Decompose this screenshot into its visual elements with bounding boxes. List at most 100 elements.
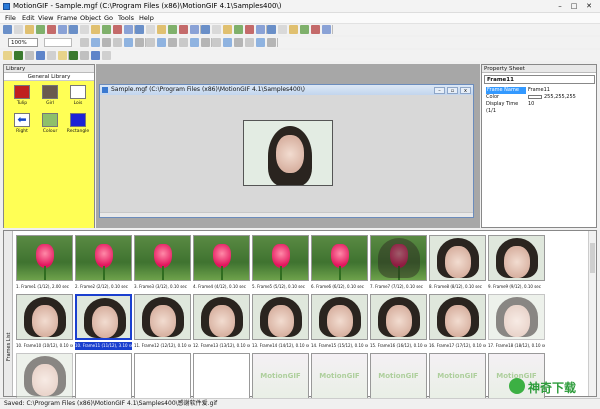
toolbar-button-25[interactable] bbox=[267, 25, 276, 34]
frame-thumbnail[interactable]: 10. Frame10 (10/12), 0.10 sec bbox=[16, 294, 73, 352]
frame-thumbnail[interactable]: 8. Frame8 (8/12), 0.10 sec bbox=[429, 235, 486, 293]
property-value[interactable]: 10 bbox=[528, 101, 534, 108]
tool-button-6[interactable] bbox=[58, 51, 67, 60]
zoom-toolbar-button-1[interactable] bbox=[80, 38, 89, 47]
property-row[interactable]: Display Time (1/1 10 bbox=[484, 101, 595, 114]
toolbar-button-5[interactable] bbox=[47, 25, 56, 34]
zoom-toolbar-button-4[interactable] bbox=[113, 38, 122, 47]
menu-help[interactable]: Help bbox=[139, 14, 154, 22]
doc-restore-button[interactable]: ▫ bbox=[447, 87, 458, 94]
tool-button-4[interactable] bbox=[36, 51, 45, 60]
close-button[interactable]: ✕ bbox=[584, 2, 594, 10]
menu-frame[interactable]: Frame bbox=[57, 14, 77, 22]
toolbar-button-1[interactable] bbox=[3, 25, 12, 34]
toolbar-button-29[interactable] bbox=[311, 25, 320, 34]
toolbar-button-27[interactable] bbox=[289, 25, 298, 34]
frame-thumbnail[interactable]: 1. Frame1 (1/12), 2.00 sec bbox=[16, 235, 73, 293]
menu-file[interactable]: File bbox=[5, 14, 16, 22]
minimize-button[interactable]: – bbox=[555, 2, 565, 10]
toolbar-button-26[interactable] bbox=[278, 25, 287, 34]
tool-button-9[interactable] bbox=[91, 51, 100, 60]
menu-object[interactable]: Object bbox=[80, 14, 101, 22]
frame-thumbnail[interactable]: 10. Frame11 (11/12), 3.10 sec bbox=[75, 294, 132, 352]
library-item[interactable]: Colour bbox=[38, 113, 62, 134]
toolbar-button-17[interactable] bbox=[179, 25, 188, 34]
menu-view[interactable]: View bbox=[38, 14, 53, 22]
menu-edit[interactable]: Edit bbox=[22, 14, 35, 22]
toolbar-button-24[interactable] bbox=[256, 25, 265, 34]
frame-thumbnail[interactable]: 4. Frame4 (4/12), 0.10 sec bbox=[193, 235, 250, 293]
toolbar-button-8[interactable] bbox=[80, 25, 89, 34]
canvas-image[interactable] bbox=[243, 120, 333, 186]
zoom-toolbar-button-12[interactable] bbox=[201, 38, 210, 47]
frame-thumbnail[interactable]: 13. Frame14 (14/12), 0.10 sec bbox=[252, 294, 309, 352]
library-item[interactable]: Rectangle bbox=[66, 113, 90, 134]
toolbar-button-28[interactable] bbox=[300, 25, 309, 34]
frame-thumbnail[interactable]: 3. Frame3 (3/12), 0.10 sec bbox=[134, 235, 191, 293]
zoom-toolbar-button-3[interactable] bbox=[102, 38, 111, 47]
frame-thumbnail[interactable]: 11. Frame12 (12/12), 0.10 sec bbox=[134, 294, 191, 352]
library-item[interactable]: Lois bbox=[66, 85, 90, 106]
zoom-toolbar-button-7[interactable] bbox=[146, 38, 155, 47]
zoom-toolbar-button-5[interactable] bbox=[124, 38, 133, 47]
toolbar-button-14[interactable] bbox=[146, 25, 155, 34]
toolbar-button-12[interactable] bbox=[124, 25, 133, 34]
zoom-toolbar-button-13[interactable] bbox=[212, 38, 221, 47]
doc-minimize-button[interactable]: – bbox=[434, 87, 445, 94]
frame-thumbnail[interactable]: 9. Frame9 (9/12), 0.10 sec bbox=[488, 235, 545, 293]
library-item[interactable]: ⬅ Right bbox=[10, 113, 34, 134]
frame-thumbnail[interactable]: 6. Frame6 (6/12), 0.10 sec bbox=[311, 235, 368, 293]
toolbar-button-19[interactable] bbox=[201, 25, 210, 34]
toolbar-button-13[interactable] bbox=[135, 25, 144, 34]
toolbar-button-7[interactable] bbox=[69, 25, 78, 34]
scroll-thumb[interactable] bbox=[590, 243, 595, 273]
toolbar-button-22[interactable] bbox=[234, 25, 243, 34]
library-item[interactable]: Girl bbox=[38, 85, 62, 106]
color-value[interactable]: 255,255,255 bbox=[528, 94, 576, 101]
zoom-toolbar-button-17[interactable] bbox=[256, 38, 265, 47]
library-item[interactable]: Tulip bbox=[10, 85, 34, 106]
property-value[interactable]: Frame11 bbox=[528, 87, 550, 94]
frame-thumbnail[interactable]: 7. Frame7 (7/12), 0.10 sec bbox=[370, 235, 427, 293]
zoom-toolbar-button-10[interactable] bbox=[179, 38, 188, 47]
menu-go[interactable]: Go bbox=[104, 14, 113, 22]
tool-button-2[interactable] bbox=[14, 51, 23, 60]
toolbar-button-18[interactable] bbox=[190, 25, 199, 34]
frames-scrollbar[interactable] bbox=[588, 231, 596, 396]
toolbar-button-21[interactable] bbox=[223, 25, 232, 34]
tool-button-8[interactable] bbox=[80, 51, 89, 60]
toolbar-button-9[interactable] bbox=[91, 25, 100, 34]
menu-tools[interactable]: Tools bbox=[118, 14, 134, 22]
tool-button-1[interactable] bbox=[3, 51, 12, 60]
property-row[interactable]: Frame Name Frame11 bbox=[484, 87, 595, 94]
zoom-toolbar-button-18[interactable] bbox=[267, 38, 276, 47]
frame-thumbnail[interactable]: 2. Frame2 (2/12), 0.10 sec bbox=[75, 235, 132, 293]
toolbar-button-20[interactable] bbox=[212, 25, 221, 34]
zoom-toolbar-button-8[interactable] bbox=[157, 38, 166, 47]
tool-button-3[interactable] bbox=[25, 51, 34, 60]
toolbar-button-23[interactable] bbox=[245, 25, 254, 34]
frame-thumbnail[interactable]: 14. Frame15 (15/12), 0.10 sec bbox=[311, 294, 368, 352]
tool-button-10[interactable] bbox=[102, 51, 111, 60]
zoom-toolbar-button-2[interactable] bbox=[91, 38, 100, 47]
zoom-toolbar-button-9[interactable] bbox=[168, 38, 177, 47]
frame-thumbnail[interactable]: 17. Frame18 (18/12), 0.10 sec bbox=[488, 294, 545, 352]
toolbar-button-4[interactable] bbox=[36, 25, 45, 34]
frame-thumbnail[interactable]: 12. Frame13 (13/12), 0.10 sec bbox=[193, 294, 250, 352]
object-select[interactable]: Frame11 bbox=[484, 75, 595, 84]
tool-button-7[interactable] bbox=[69, 51, 78, 60]
frame-thumbnail[interactable]: 5. Frame5 (5/12), 0.10 sec bbox=[252, 235, 309, 293]
zoom-select[interactable]: 100% bbox=[8, 38, 38, 47]
zoom-toolbar-button-6[interactable] bbox=[135, 38, 144, 47]
maximize-button[interactable]: □ bbox=[569, 2, 579, 10]
toolbar-button-6[interactable] bbox=[58, 25, 67, 34]
toolbar-button-3[interactable] bbox=[25, 25, 34, 34]
zoom-slider[interactable] bbox=[44, 38, 72, 47]
frame-thumbnail[interactable]: 15. Frame16 (16/12), 0.10 sec bbox=[370, 294, 427, 352]
toolbar-button-30[interactable] bbox=[322, 25, 331, 34]
zoom-toolbar-button-15[interactable] bbox=[234, 38, 243, 47]
tool-button-5[interactable] bbox=[47, 51, 56, 60]
zoom-toolbar-button-11[interactable] bbox=[190, 38, 199, 47]
zoom-toolbar-button-14[interactable] bbox=[223, 38, 232, 47]
property-row[interactable]: Color 255,255,255 bbox=[484, 94, 595, 101]
